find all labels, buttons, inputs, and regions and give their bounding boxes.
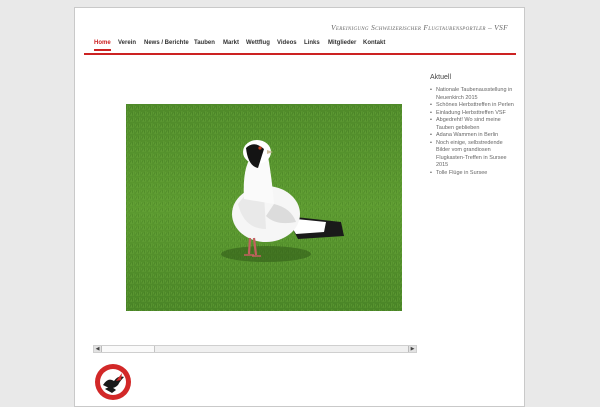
vsf-logo-icon[interactable] <box>94 363 132 401</box>
nav-item-tauben[interactable]: Tauben <box>194 40 215 46</box>
nav-item-links[interactable]: Links <box>304 40 320 46</box>
arrow-right-icon[interactable]: ▶ <box>408 346 416 352</box>
nav-item-home[interactable]: Home <box>94 40 111 51</box>
sidebar-news: Aktuell Nationale Taubenausstellung in N… <box>430 74 516 177</box>
sidebar-title: Aktuell <box>430 74 452 81</box>
nav-item-wettflug[interactable]: Wettflug <box>246 40 270 46</box>
nav-item-kontakt[interactable]: Kontakt <box>363 40 385 46</box>
slider-scrollbar[interactable]: ◀ ▶ <box>93 345 417 353</box>
nav-item-mitglieder[interactable]: Mitglieder <box>328 40 356 46</box>
scrollbar-thumb[interactable] <box>102 346 155 352</box>
news-item[interactable]: Nationale Taubenausstellung in Neuenkirc… <box>430 87 516 102</box>
news-item[interactable]: Adana Wammen in Berlin <box>430 132 516 140</box>
nav-item-videos[interactable]: Videos <box>277 40 297 46</box>
news-item[interactable]: Noch einige, selbstredende Bilder vom gr… <box>430 140 516 170</box>
news-item[interactable]: Schönes Herbsttreffen in Perlen <box>430 102 516 110</box>
pigeon-photo-image <box>126 104 402 311</box>
arrow-left-icon[interactable]: ◀ <box>94 346 102 352</box>
nav-item-markt[interactable]: Markt <box>223 40 239 46</box>
slider-photo[interactable] <box>126 104 402 311</box>
site-title[interactable]: Vereinigung Schweizerischer Flugtaubensp… <box>331 23 508 32</box>
news-item[interactable]: Abgedreht! Wo sind meine Tauben gebliebe… <box>430 117 516 132</box>
nav-item-verein[interactable]: Verein <box>118 40 136 46</box>
news-item[interactable]: Tolle Flüge in Sursee <box>430 170 516 178</box>
news-list: Nationale Taubenausstellung in Neuenkirc… <box>430 87 516 177</box>
page-container: Vereinigung Schweizerischer Flugtaubensp… <box>74 7 525 407</box>
main-navigation: Home Verein News / Berichte Tauben Markt… <box>84 39 516 55</box>
news-item[interactable]: Einladung Herbsttreffen VSF <box>430 110 516 118</box>
nav-item-news[interactable]: News / Berichte <box>144 40 189 46</box>
